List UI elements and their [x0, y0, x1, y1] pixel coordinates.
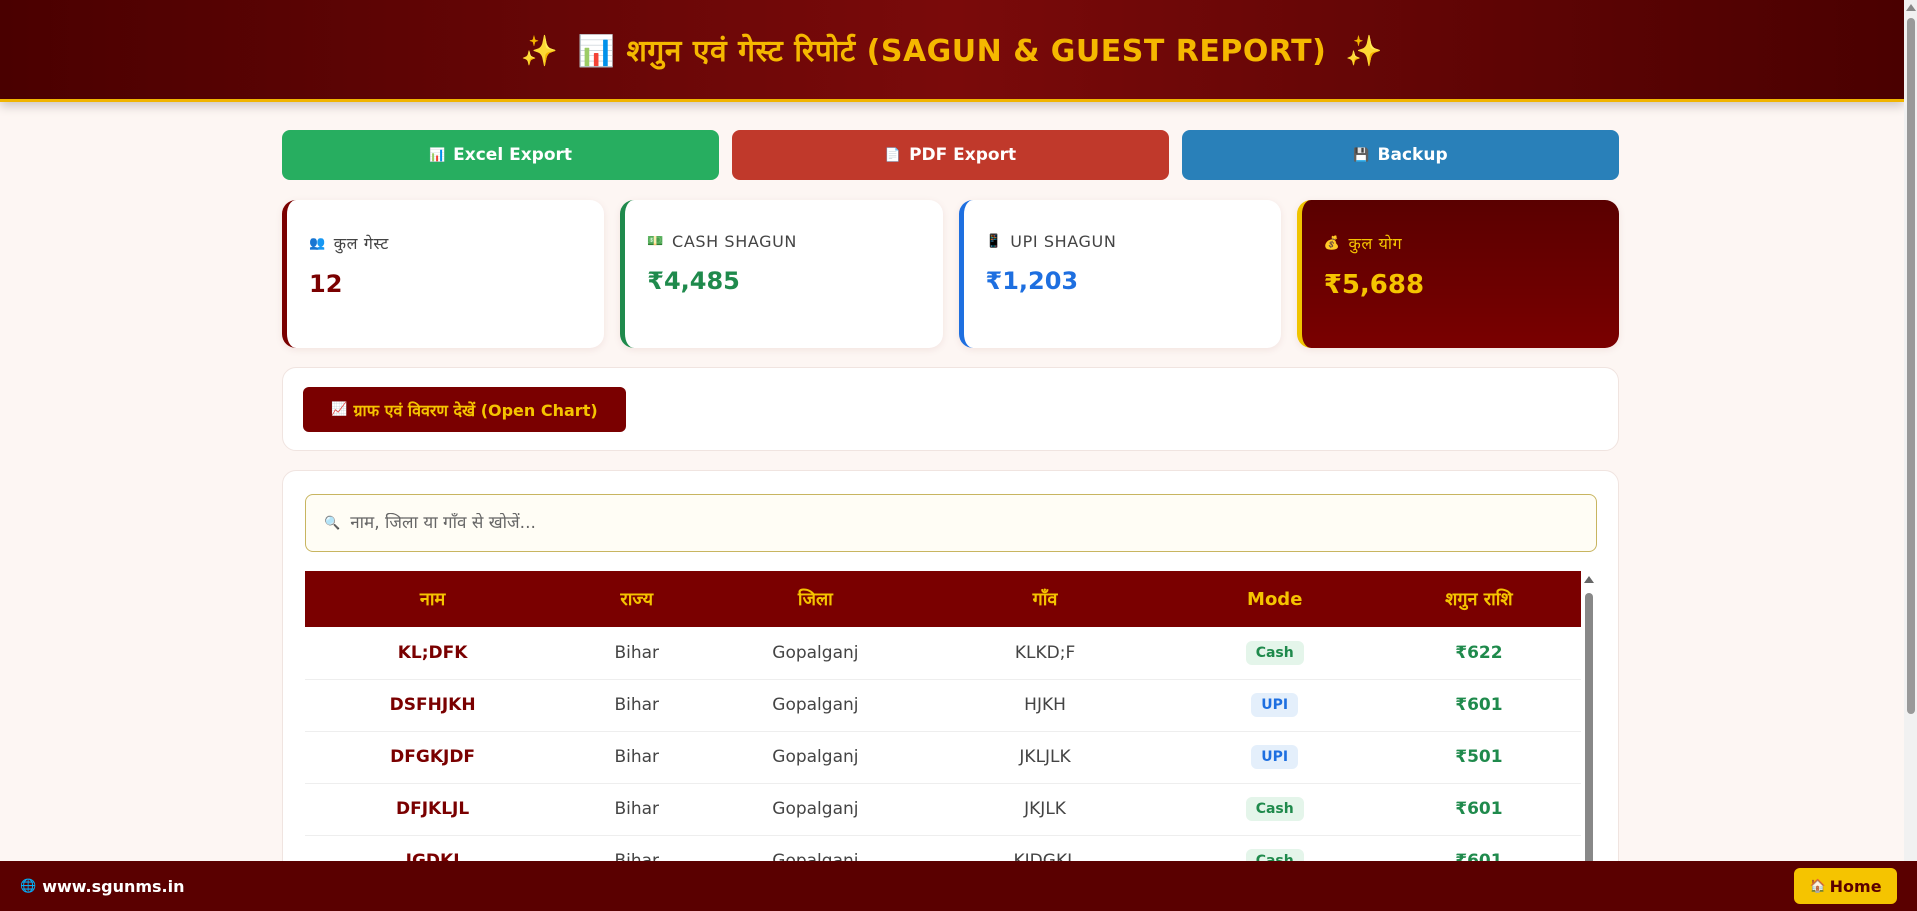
total-guests-value: 12 — [309, 270, 343, 298]
grand-total-label: कुल योग — [1348, 234, 1403, 253]
table-row[interactable]: DSFHJKH Bihar Gopalganj HJKH UPI ₹601 — [305, 679, 1581, 731]
open-chart-label: ग्राफ एवं विवरण देखें (Open Chart) — [353, 400, 598, 420]
column-header-state[interactable]: राज्य — [560, 571, 713, 627]
open-chart-button[interactable]: 📈 ग्राफ एवं विवरण देखें (Open Chart) — [303, 387, 626, 432]
table-row[interactable]: DFGKJDF Bihar Gopalganj JKLJLK UPI ₹501 — [305, 731, 1581, 783]
table-scrollbar[interactable] — [1583, 571, 1595, 891]
page-title: ✨ 📊 शगुन एवं गेस्ट रिपोर्ट (SAGUN & GUES… — [513, 29, 1391, 70]
globe-icon: 🌐 — [20, 878, 37, 894]
guest-name: DFJKLJL — [395, 799, 470, 819]
house-icon: 🏠 — [1809, 878, 1826, 894]
upi-shagun-label-row: 📱 UPI SHAGUN — [986, 232, 1259, 251]
total-guests-label: कुल गेस्ट — [333, 234, 389, 253]
excel-export-button[interactable]: 📊 Excel Export — [282, 130, 719, 180]
page-title-text: शगुन एवं गेस्ट रिपोर्ट (SAGUN & GUEST RE… — [626, 34, 1327, 69]
total-guests-label-row: 👥 कुल गेस्ट — [309, 232, 582, 254]
upi-shagun-card: 📱 UPI SHAGUN ₹1,203 — [958, 200, 1281, 348]
guest-mode-cell: UPI — [1173, 679, 1377, 731]
search-icon: 🔍 — [324, 515, 341, 531]
chart-section: 📈 ग्राफ एवं विवरण देखें (Open Chart) — [282, 367, 1619, 451]
table-row[interactable]: KL;DFK Bihar Gopalganj KLKD;F Cash ₹622 — [305, 627, 1581, 679]
spreadsheet-icon: 📊 — [428, 147, 446, 163]
grand-total-label-row: 💰 कुल योग — [1324, 232, 1597, 254]
guest-mode-cell: UPI — [1173, 731, 1377, 783]
cash-shagun-label-row: 💵 CASH SHAGUN — [647, 232, 920, 251]
cash-shagun-label: CASH SHAGUN — [672, 232, 797, 251]
excel-export-label: Excel Export — [453, 145, 573, 165]
guest-state: Bihar — [614, 642, 660, 663]
footer-site-text: www.sgunms.in — [42, 876, 185, 896]
guest-mode-cell: Cash — [1173, 627, 1377, 679]
guest-amount: ₹622 — [1455, 642, 1503, 663]
floppy-disk-icon: 💾 — [1353, 147, 1370, 163]
upi-shagun-value: ₹1,203 — [985, 267, 1079, 295]
people-icon: 👥 — [309, 235, 326, 251]
cash-shagun-value: ₹4,485 — [647, 267, 740, 295]
mobile-phone-icon: 📱 — [985, 234, 1003, 249]
total-guests-card: 👥 कुल गेस्ट 12 — [282, 200, 605, 348]
grand-total-card: 💰 कुल योग ₹5,688 — [1296, 200, 1619, 348]
guest-table-section: 🔍 नाम राज्य जिला गाँव Mode शगुन राशि — [282, 470, 1619, 891]
sparkle-icon: ✨ — [520, 34, 559, 69]
mode-badge: UPI — [1251, 745, 1299, 769]
scroll-up-arrow-icon[interactable] — [1906, 4, 1916, 11]
page-scrollbar-thumb[interactable] — [1907, 18, 1915, 714]
guest-name: DSFHJKH — [389, 695, 476, 715]
guest-amount: ₹601 — [1455, 695, 1503, 715]
page-footer: 🌐 www.sgunms.in 🏠 Home — [0, 861, 1917, 911]
home-button[interactable]: 🏠 Home — [1794, 868, 1897, 904]
pdf-export-button[interactable]: 📄 PDF Export — [732, 130, 1169, 180]
backup-label: Backup — [1377, 145, 1448, 165]
page-header: ✨ 📊 शगुन एवं गेस्ट रिपोर्ट (SAGUN & GUES… — [0, 0, 1904, 102]
pdf-export-label: PDF Export — [909, 145, 1017, 165]
guest-amount: ₹501 — [1455, 747, 1503, 767]
home-label: Home — [1829, 876, 1882, 896]
cash-shagun-card: 💵 CASH SHAGUN ₹4,485 — [620, 200, 943, 348]
mode-badge: Cash — [1245, 797, 1304, 821]
table-scrollbar-thumb[interactable] — [1585, 593, 1593, 891]
chart-icon: 📊 — [577, 34, 616, 69]
guest-state: Bihar — [614, 695, 660, 715]
document-icon: 📄 — [884, 147, 902, 163]
column-header-amount[interactable]: शगुन राशि — [1377, 571, 1581, 627]
search-input[interactable] — [350, 513, 1578, 533]
guest-district: Gopalganj — [772, 799, 859, 819]
table-row[interactable]: DFJKLJL Bihar Gopalganj JKJLK Cash ₹601 — [305, 783, 1581, 835]
mode-badge: UPI — [1251, 693, 1299, 717]
table-header-row: नाम राज्य जिला गाँव Mode शगुन राशि — [305, 571, 1581, 627]
table-scroll-up-icon[interactable] — [1584, 576, 1594, 583]
guest-mode-cell: Cash — [1173, 783, 1377, 835]
page-scrollbar[interactable] — [1904, 0, 1917, 861]
footer-site-link[interactable]: 🌐 www.sgunms.in — [20, 877, 185, 896]
guest-village: JKJLK — [1024, 799, 1066, 819]
guest-village: JKLJLK — [1019, 747, 1071, 767]
search-box[interactable]: 🔍 — [305, 494, 1597, 552]
guest-table: नाम राज्य जिला गाँव Mode शगुन राशि KL;DF… — [305, 571, 1581, 888]
guest-name: DFGKJDF — [390, 747, 476, 767]
column-header-name[interactable]: नाम — [305, 571, 560, 627]
cash-icon: 💵 — [647, 234, 665, 249]
guest-amount: ₹601 — [1455, 799, 1503, 819]
guest-state: Bihar — [614, 799, 660, 819]
mode-badge: Cash — [1245, 640, 1304, 665]
export-actions: 📊 Excel Export 📄 PDF Export 💾 Backup — [282, 130, 1619, 180]
upi-shagun-label: UPI SHAGUN — [1010, 232, 1117, 251]
column-header-village[interactable]: गाँव — [917, 571, 1172, 627]
guest-table-wrapper: नाम राज्य जिला गाँव Mode शगुन राशि KL;DF… — [305, 571, 1581, 891]
column-header-district[interactable]: जिला — [713, 571, 917, 627]
guest-village: HJKH — [1024, 695, 1066, 715]
guest-village: KLKD;F — [1014, 642, 1076, 663]
money-bag-icon: 💰 — [1323, 235, 1341, 251]
chart-up-icon: 📈 — [331, 402, 348, 417]
guest-district: Gopalganj — [772, 642, 859, 663]
guest-district: Gopalganj — [772, 695, 859, 715]
sparkle-icon: ✨ — [1345, 34, 1384, 69]
guest-name: KL;DFK — [397, 642, 468, 663]
guest-district: Gopalganj — [772, 747, 859, 767]
backup-button[interactable]: 💾 Backup — [1182, 130, 1619, 180]
column-header-mode[interactable]: Mode — [1173, 571, 1377, 627]
grand-total-value: ₹5,688 — [1323, 270, 1425, 300]
guest-state: Bihar — [614, 747, 660, 767]
stats-row: 👥 कुल गेस्ट 12 💵 CASH SHAGUN ₹4,485 📱 UP… — [282, 200, 1619, 348]
